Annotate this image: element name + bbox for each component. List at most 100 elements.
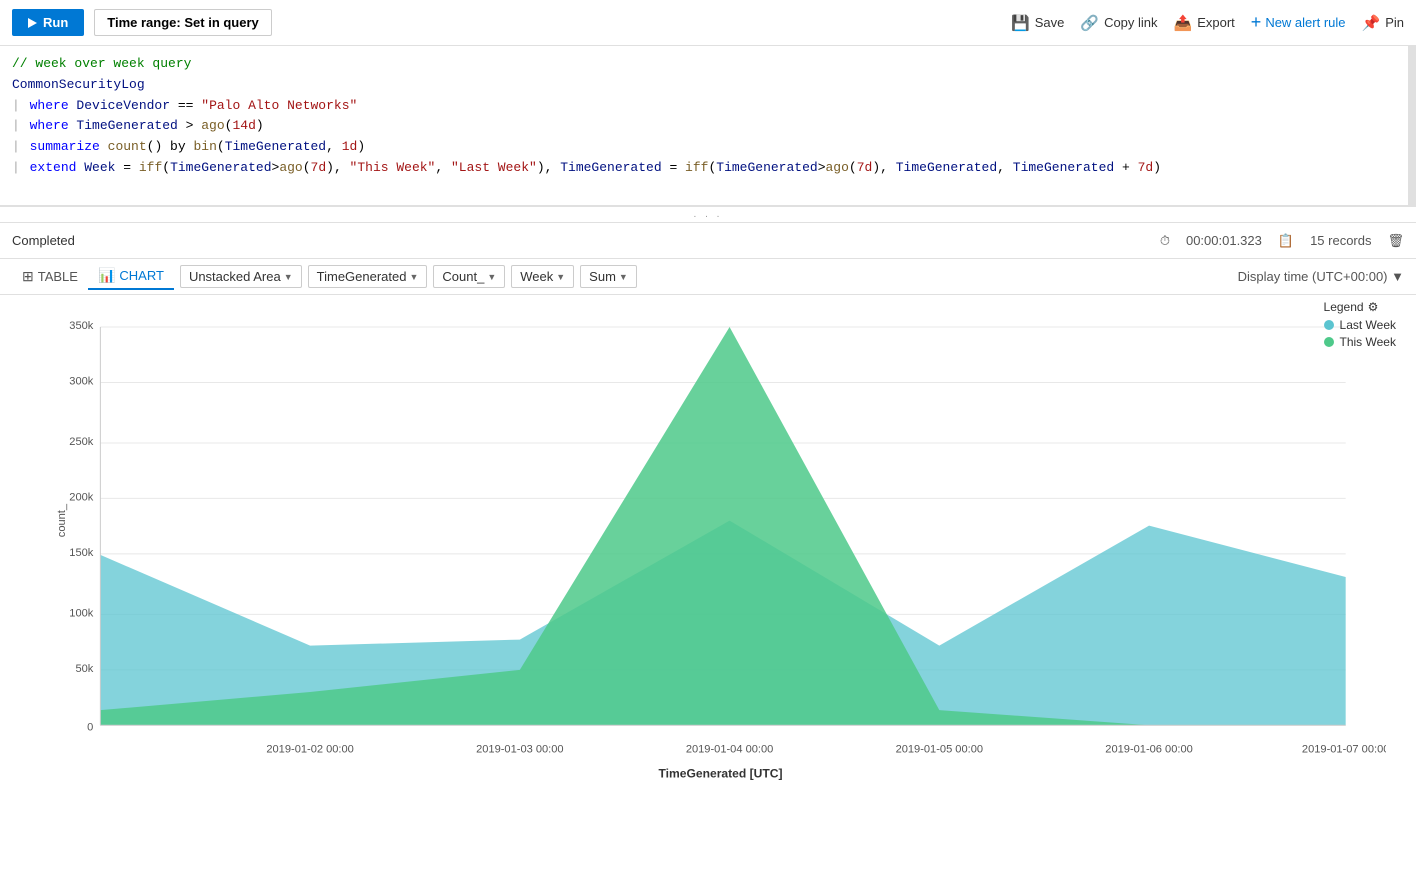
comment-line: // week over week query — [12, 54, 191, 75]
toolbar-left: Run Time range: Set in query — [12, 9, 272, 36]
last-week-label: Last Week — [1340, 318, 1396, 332]
code-line-5: | summarize count() by bin(TimeGenerated… — [12, 137, 1404, 158]
code-line-6: | extend Week = iff(TimeGenerated>ago(7d… — [12, 158, 1404, 179]
y-tick-200k: 200k — [69, 491, 93, 503]
play-icon — [28, 18, 37, 28]
code-line-2: CommonSecurityLog — [12, 75, 1404, 96]
plus-icon: + — [1251, 12, 1262, 33]
x-axis-dropdown[interactable]: TimeGenerated ▼ — [308, 265, 428, 288]
display-time-label: Display time (UTC+00:00) — [1238, 269, 1388, 284]
code-editor[interactable]: // week over week query CommonSecurityLo… — [0, 46, 1416, 206]
save-action[interactable]: 💾 Save — [1011, 14, 1064, 32]
records-icon: 📋 — [1278, 233, 1294, 249]
where-keyword-2: where TimeGenerated > ago(14d) — [22, 116, 264, 137]
table-tab[interactable]: ⊞ TABLE — [12, 264, 88, 289]
drag-handle[interactable]: . . . — [0, 206, 1416, 223]
legend-item-last-week: Last Week — [1324, 318, 1396, 332]
y-axis-dropdown[interactable]: Count_ ▼ — [433, 265, 505, 288]
time-range-prefix: Time range: — [107, 15, 180, 30]
chart-tab[interactable]: 📊 CHART — [88, 263, 174, 290]
x-tick-jan02: 2019-01-02 00:00 — [266, 744, 353, 756]
y-tick-50k: 50k — [75, 663, 93, 675]
chart-type-label: Unstacked Area — [189, 269, 281, 284]
code-line-4: | where TimeGenerated > ago(14d) — [12, 116, 1404, 137]
run-label: Run — [43, 15, 68, 30]
chart-icon: 📊 — [98, 267, 115, 284]
link-icon: 🔗 — [1080, 14, 1099, 32]
copy-link-label: Copy link — [1104, 15, 1157, 30]
extend-line: extend Week = iff(TimeGenerated>ago(7d),… — [22, 158, 1161, 179]
y-tick-350k: 350k — [69, 320, 93, 332]
chart-toolbar: ⊞ TABLE 📊 CHART Unstacked Area ▼ TimeGen… — [0, 259, 1416, 295]
x-axis-title: TimeGenerated [UTC] — [658, 767, 782, 781]
status-completed: Completed — [12, 233, 75, 248]
y-tick-250k: 250k — [69, 436, 93, 448]
execution-time: 00:00:01.323 — [1186, 233, 1262, 248]
summarize-line: summarize count() by bin(TimeGenerated, … — [22, 137, 365, 158]
aggregation-label: Sum — [589, 269, 616, 284]
chevron-down-icon-4: ▼ — [556, 272, 565, 282]
export-label: Export — [1197, 15, 1235, 30]
legend-title-text: Legend — [1324, 300, 1364, 314]
split-dropdown[interactable]: Week ▼ — [511, 265, 574, 288]
legend-settings-icon[interactable]: ⚙ — [1368, 300, 1379, 314]
results-area: Completed ⏱ 00:00:01.323 📋 15 records 🗑 … — [0, 223, 1416, 892]
last-week-dot — [1324, 320, 1334, 330]
this-week-label: This Week — [1340, 335, 1396, 349]
y-tick-150k: 150k — [69, 547, 93, 559]
pin-label: Pin — [1385, 15, 1404, 30]
copy-link-action[interactable]: 🔗 Copy link — [1080, 14, 1157, 32]
x-tick-jan05: 2019-01-05 00:00 — [896, 744, 983, 756]
code-line-1: // week over week query — [12, 54, 1404, 75]
code-line-3: | where DeviceVendor == "Palo Alto Netwo… — [12, 96, 1404, 117]
y-tick-300k: 300k — [69, 375, 93, 387]
main-toolbar: Run Time range: Set in query 💾 Save 🔗 Co… — [0, 0, 1416, 46]
save-icon: 💾 — [1011, 14, 1030, 32]
chevron-down-icon-3: ▼ — [487, 272, 496, 282]
display-time-dropdown[interactable]: Display time (UTC+00:00) ▼ — [1238, 269, 1404, 284]
x-axis-label: TimeGenerated — [317, 269, 407, 284]
delete-icon[interactable]: 🗑 — [1387, 233, 1404, 249]
chart-area: Legend ⚙ Last Week This Week 350k 300k 2… — [0, 295, 1416, 892]
pipe-3: | — [12, 137, 20, 158]
x-tick-jan07: 2019-01-07 00:00 — [1302, 744, 1386, 756]
toolbar-right: 💾 Save 🔗 Copy link 📤 Export + New alert … — [1011, 12, 1404, 33]
x-tick-jan06: 2019-01-06 00:00 — [1105, 744, 1192, 756]
table-name: CommonSecurityLog — [12, 75, 145, 96]
y-tick-100k: 100k — [69, 607, 93, 619]
split-label: Week — [520, 269, 553, 284]
legend-item-this-week: This Week — [1324, 335, 1396, 349]
chart-type-dropdown[interactable]: Unstacked Area ▼ — [180, 265, 302, 288]
new-alert-label: New alert rule — [1265, 15, 1345, 30]
run-button[interactable]: Run — [12, 9, 84, 36]
y-tick-0: 0 — [87, 721, 93, 733]
x-tick-jan03: 2019-01-03 00:00 — [476, 744, 563, 756]
time-range-value: Set in query — [184, 15, 258, 30]
aggregation-dropdown[interactable]: Sum ▼ — [580, 265, 637, 288]
time-range-button[interactable]: Time range: Set in query — [94, 9, 272, 36]
pipe-4: | — [12, 158, 20, 179]
chevron-down-icon-2: ▼ — [409, 272, 418, 282]
where-keyword-1: where DeviceVendor == "Palo Alto Network… — [22, 96, 357, 117]
table-icon: ⊞ — [22, 268, 34, 285]
pipe-1: | — [12, 96, 20, 117]
chart-svg: 350k 300k 250k 200k 150k 100k 50k 0 coun… — [55, 305, 1386, 837]
y-axis-label: Count_ — [442, 269, 484, 284]
new-alert-button[interactable]: + New alert rule — [1251, 12, 1346, 33]
pin-action[interactable]: 📌 Pin — [1362, 14, 1404, 32]
editor-scrollbar[interactable] — [1408, 46, 1416, 205]
y-axis-label: count_ — [56, 503, 68, 537]
save-label: Save — [1035, 15, 1065, 30]
chevron-down-icon-6: ▼ — [1391, 269, 1404, 284]
this-week-dot — [1324, 337, 1334, 347]
clock-icon: ⏱ — [1160, 233, 1170, 249]
pipe-2: | — [12, 116, 20, 137]
table-tab-label: TABLE — [38, 269, 78, 284]
x-tick-jan04: 2019-01-04 00:00 — [686, 744, 773, 756]
status-right: ⏱ 00:00:01.323 📋 15 records 🗑 — [1160, 233, 1404, 249]
chart-legend: Legend ⚙ Last Week This Week — [1324, 300, 1396, 352]
chart-toolbar-left: ⊞ TABLE 📊 CHART Unstacked Area ▼ TimeGen… — [12, 263, 637, 290]
chevron-down-icon-5: ▼ — [619, 272, 628, 282]
export-action[interactable]: 📤 Export — [1174, 14, 1235, 32]
pin-icon: 📌 — [1362, 14, 1381, 32]
